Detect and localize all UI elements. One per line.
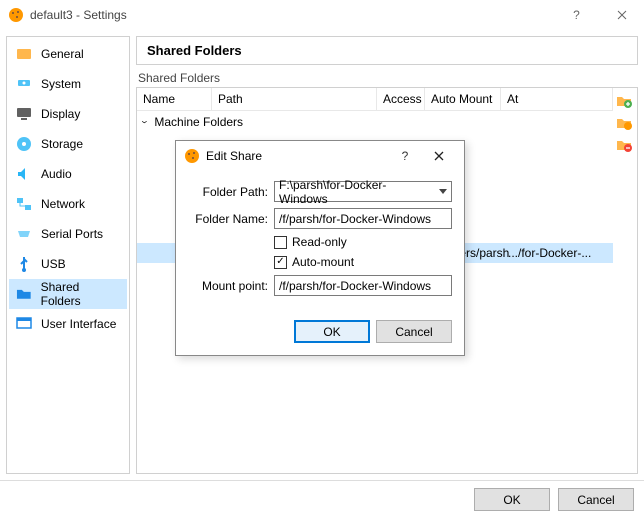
sidebar-item-shared-folders[interactable]: Shared Folders [9,279,127,309]
add-folder-button[interactable] [615,92,633,110]
dialog-help-button[interactable]: ? [388,142,422,170]
sidebar-item-label: System [41,77,81,91]
display-icon [15,105,33,123]
dialog-cancel-button[interactable]: Cancel [376,320,452,343]
window-title: default3 - Settings [30,8,554,22]
dialog-body: Folder Path: F:\parsh\for-Docker-Windows… [176,171,464,306]
folder-name-input[interactable]: /f/parsh/for-Docker-Windows [274,208,452,229]
mount-point-value: /f/parsh/for-Docker-Windows [279,279,431,293]
machine-folders-label: Machine Folders [154,115,243,129]
mount-point-input[interactable]: /f/parsh/for-Docker-Windows [274,275,452,296]
network-icon [15,195,33,213]
machine-folders-group[interactable]: › Machine Folders [137,111,613,133]
cancel-button[interactable]: Cancel [558,488,634,511]
close-button[interactable] [599,0,644,30]
panel-header: Shared Folders [136,36,638,65]
audio-icon [15,165,33,183]
sidebar-item-label: Storage [41,137,83,151]
group-label: Shared Folders [138,71,638,85]
auto-mount-label: Auto-mount [292,255,354,269]
sidebar-item-storage[interactable]: Storage [9,129,127,159]
general-icon [15,45,33,63]
row-at: .../for-Docker-... [502,243,613,263]
dialog-titlebar: Edit Share ? [176,141,464,171]
sidebar-item-label: Audio [41,167,72,181]
ok-label: OK [503,493,520,507]
column-headers: Name Path Access Auto Mount At [137,88,613,111]
folder-name-value: /f/parsh/for-Docker-Windows [279,212,431,226]
sidebar-item-label: User Interface [41,317,116,331]
ok-button[interactable]: OK [474,488,550,511]
col-access[interactable]: Access [377,88,425,110]
sidebar-item-usb[interactable]: USB [9,249,127,279]
sidebar-item-general[interactable]: General [9,39,127,69]
cancel-label: Cancel [577,493,614,507]
read-only-checkbox[interactable] [274,236,287,249]
edit-share-dialog: Edit Share ? Folder Path: F:\parsh\for-D… [175,140,465,356]
chevron-down-icon: › [138,121,152,124]
remove-folder-button[interactable] [615,136,633,154]
sidebar-item-display[interactable]: Display [9,99,127,129]
col-auto-mount[interactable]: Auto Mount [425,88,501,110]
sidebar-item-label: Serial Ports [41,227,103,241]
folder-name-label: Folder Name: [188,212,268,226]
list-toolbar [613,88,637,473]
sidebar-item-serial-ports[interactable]: Serial Ports [9,219,127,249]
dialog-buttons: OK Cancel [176,306,464,355]
folder-icon [15,285,33,303]
mount-point-label: Mount point: [188,279,268,293]
help-button[interactable]: ? [554,0,599,30]
sidebar-item-label: USB [41,257,66,271]
auto-mount-checkbox[interactable]: ✓ [274,256,287,269]
serial-icon [15,225,33,243]
edit-folder-button[interactable] [615,114,633,132]
dialog-close-button[interactable] [422,142,456,170]
col-name[interactable]: Name [137,88,212,110]
folder-path-label: Folder Path: [188,185,268,199]
dialog-title: Edit Share [206,149,388,163]
ui-icon [15,315,33,333]
dialog-ok-label: OK [323,325,340,339]
sidebar-item-label: Shared Folders [41,280,121,308]
sidebar-item-audio[interactable]: Audio [9,159,127,189]
usb-icon [15,255,33,273]
storage-icon [15,135,33,153]
folder-path-combo[interactable]: F:\parsh\for-Docker-Windows [274,181,452,202]
settings-sidebar: General System Display Storage Audio Net… [6,36,130,474]
sidebar-item-label: General [41,47,84,61]
sidebar-item-network[interactable]: Network [9,189,127,219]
folder-path-value: F:\parsh\for-Docker-Windows [279,178,435,206]
dialog-ok-button[interactable]: OK [294,320,370,343]
col-path[interactable]: Path [212,88,377,110]
sidebar-item-user-interface[interactable]: User Interface [9,309,127,339]
app-icon [8,7,24,23]
system-icon [15,75,33,93]
sidebar-item-system[interactable]: System [9,69,127,99]
sidebar-item-label: Network [41,197,85,211]
window-titlebar: default3 - Settings ? [0,0,644,30]
window-footer: OK Cancel [0,480,644,518]
dialog-app-icon [184,148,200,164]
col-at[interactable]: At [501,88,613,110]
dialog-cancel-label: Cancel [395,325,432,339]
read-only-label: Read-only [292,235,347,249]
sidebar-item-label: Display [41,107,80,121]
